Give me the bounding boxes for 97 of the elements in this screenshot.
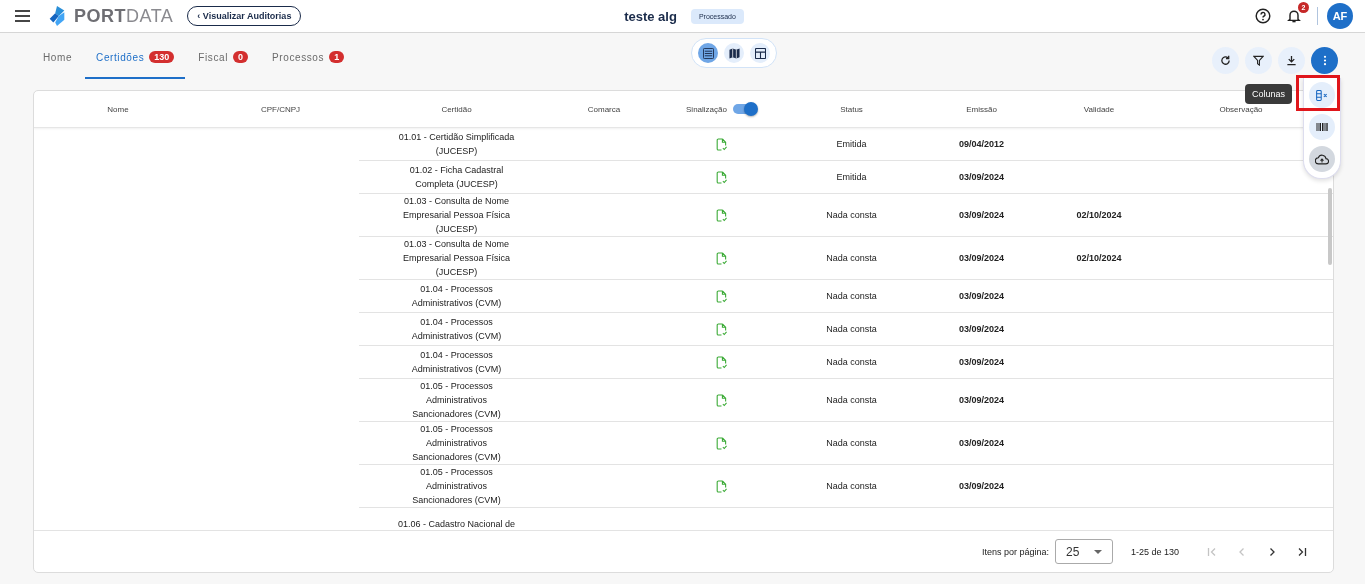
- page-size-label: Itens por página:: [981, 546, 1049, 557]
- table-cell-text: Nada consta: [826, 394, 877, 407]
- page-size-select[interactable]: 25: [1054, 539, 1113, 564]
- document-check-icon: [716, 436, 727, 450]
- filter-icon: [1253, 54, 1264, 66]
- help-icon[interactable]: [1255, 8, 1271, 24]
- table-cell-text: Nada consta: [826, 480, 877, 493]
- download-button[interactable]: [1278, 46, 1305, 74]
- list-icon: [702, 47, 714, 59]
- table-cell-text: 01.01 - Certidão Simplificada (JUCESP): [397, 131, 516, 158]
- table-cell-text: Nada consta: [826, 290, 877, 303]
- chevron-right-icon: [1267, 546, 1277, 557]
- column-header: Certidão: [441, 104, 472, 114]
- table-cell-text: 01.04 - Processos Administrativos (CVM): [410, 316, 503, 343]
- page-range: 1-25 de 130: [1130, 546, 1179, 557]
- download-icon: [1286, 54, 1297, 66]
- table-cell-text: 03/09/2024: [958, 480, 1004, 493]
- column-header: Sinalização: [686, 104, 727, 114]
- column-header: Validade: [1083, 104, 1115, 114]
- tab[interactable]: Certidões 130: [85, 45, 186, 79]
- column-header: Emissão: [966, 104, 997, 114]
- table-cell-text: 02/10/2024: [1076, 209, 1122, 222]
- table-cell-text: 03/09/2024: [958, 171, 1004, 184]
- column-header: Status: [840, 104, 863, 114]
- document-check-icon: [716, 137, 727, 151]
- menu-icon[interactable]: [15, 10, 30, 22]
- table-cell-text: 01.05 - Processos Administrativos Sancionadores (CVM): [411, 380, 502, 421]
- table-cell-text: Nada consta: [826, 356, 877, 369]
- table-cell-text: Emitida: [836, 138, 867, 151]
- table-cell-text: 03/09/2024: [958, 209, 1004, 222]
- columns-icon: [1315, 89, 1329, 101]
- table-cell-text: 03/09/2024: [958, 437, 1004, 450]
- table-cell-text: Nada consta: [826, 437, 877, 450]
- table-cell-text: 01.02 - Ficha Cadastral Completa (JUCESP): [408, 164, 505, 191]
- tooltip: Colunas: [1245, 84, 1293, 104]
- scrollbar-thumb[interactable]: [1328, 188, 1332, 265]
- column-header: Observação: [1219, 104, 1263, 114]
- table-cell-text: 03/09/2024: [958, 290, 1004, 303]
- user-avatar[interactable]: AF: [1327, 3, 1353, 29]
- table-cell-text: 03/09/2024: [958, 323, 1004, 336]
- highlight-frame: [1296, 75, 1340, 111]
- more-icon: [1322, 54, 1327, 66]
- table-cell-text: Nada consta: [826, 323, 877, 336]
- view-button[interactable]: [750, 43, 770, 63]
- count-badge: 130: [149, 51, 175, 63]
- column-header: Comarca: [587, 104, 621, 114]
- barcode-icon: [1316, 123, 1328, 131]
- view-button[interactable]: [698, 43, 718, 63]
- table-cell-text: 09/04/2012: [958, 138, 1004, 151]
- menu-button[interactable]: [1309, 114, 1335, 140]
- last-page-icon: [1297, 546, 1307, 557]
- view-button[interactable]: [724, 43, 744, 63]
- document-check-icon: [716, 251, 727, 265]
- column-header: CPF/CNPJ: [260, 104, 301, 114]
- map-icon: [728, 47, 740, 59]
- logo-text: PORTDATA: [74, 5, 174, 27]
- count-badge: 1: [329, 51, 345, 63]
- table-cell-text: 01.05 - Processos Administrativos Sancionadores (CVM): [411, 466, 502, 507]
- table-cell-text: Nada consta: [826, 209, 877, 222]
- document-check-icon: [716, 322, 727, 336]
- document-check-icon: [716, 393, 727, 407]
- table-cell-text: 01.05 - Processos Administrativos Sancionadores (CVM): [411, 423, 502, 464]
- dropdown-arrow-icon: [1093, 549, 1102, 554]
- table-cell-text: 03/09/2024: [958, 394, 1004, 407]
- document-check-icon: [716, 355, 727, 369]
- table-cell-text: 01.03 - Consulta de Nome Empresarial Pessoa Física (JUCESP): [401, 195, 511, 236]
- count-badge: 0: [233, 51, 249, 63]
- refresh-button[interactable]: [1212, 46, 1239, 74]
- table-cell-text: 01.04 - Processos Administrativos (CVM): [410, 349, 503, 376]
- tab[interactable]: Home: [32, 45, 84, 79]
- document-check-icon: [716, 170, 727, 184]
- table-cell-text: 01.04 - Processos Administrativos (CVM): [410, 283, 503, 310]
- tab[interactable]: Fiscal 0: [187, 45, 260, 79]
- refresh-icon: [1220, 54, 1231, 66]
- notification-bell-icon[interactable]: [1286, 8, 1302, 24]
- menu-button[interactable]: [1309, 146, 1335, 172]
- table-cell-text: 01.03 - Consulta de Nome Empresarial Pessoa Física (JUCESP): [401, 238, 511, 279]
- first-page-icon: [1207, 546, 1217, 557]
- table-icon: [754, 47, 766, 59]
- table-cell-text: 03/09/2024: [958, 252, 1004, 265]
- table-cell-text: 03/09/2024: [958, 356, 1004, 369]
- column-header: Nome: [107, 104, 129, 114]
- back-button[interactable]: ‹ Visualizar Auditorias: [187, 6, 302, 26]
- document-check-icon: [716, 208, 727, 222]
- page-title: teste alg: [624, 8, 677, 24]
- table-cell-text: Nada consta: [826, 252, 877, 265]
- table-cell-text: Emitida: [836, 171, 867, 184]
- chevron-left-icon: [1237, 546, 1247, 557]
- document-check-icon: [716, 479, 727, 493]
- document-check-icon: [716, 289, 727, 303]
- filter-button[interactable]: [1245, 46, 1272, 74]
- table-cell-text: 02/10/2024: [1076, 252, 1122, 265]
- cloud-upload-icon: [1315, 153, 1329, 165]
- toggle-switch[interactable]: [732, 104, 757, 114]
- table-cell-text: 01.06 - Cadastro Nacional de: [397, 518, 516, 530]
- tab[interactable]: Processos 1: [261, 45, 356, 79]
- more-button[interactable]: [1311, 46, 1338, 74]
